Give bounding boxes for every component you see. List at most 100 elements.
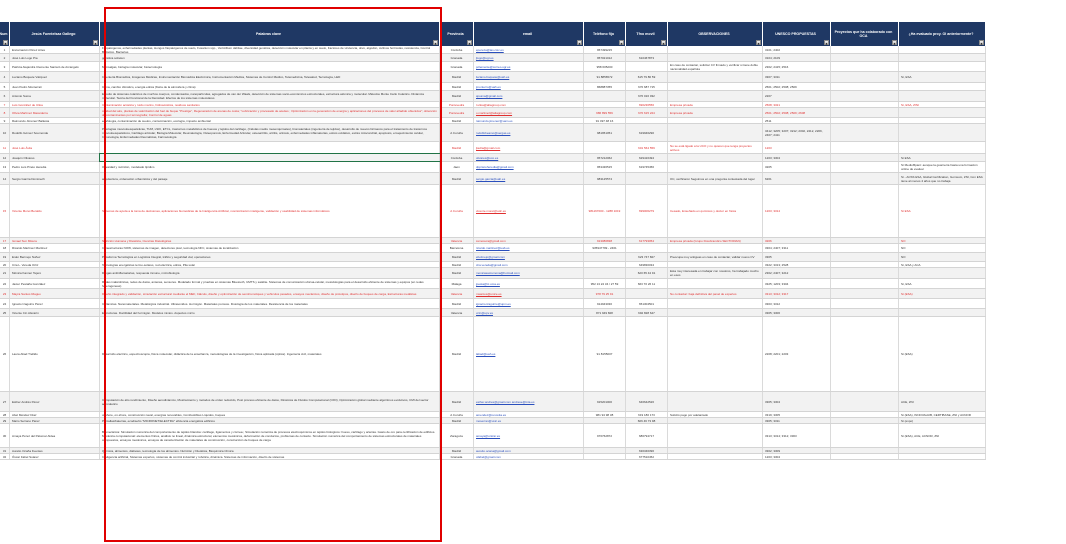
cell-evaluado[interactable]: Sí (ESA) xyxy=(899,289,986,298)
cell-num[interactable]: 26 xyxy=(0,317,10,391)
cell-movil[interactable]: 670 615 224 xyxy=(626,108,668,117)
cell-proyectos[interactable] xyxy=(831,418,899,423)
cell-provincia[interactable]: Granada xyxy=(440,54,474,61)
cell-obs[interactable]: Solicitó pago por adelantado xyxy=(668,412,763,417)
column-header-proyectos[interactable]: Proyectos que ha colaborado con OCA ▾ xyxy=(831,22,899,46)
cell-obs[interactable]: Cesado, Enseñado en químicos y doctor en… xyxy=(668,185,763,237)
cell-tel[interactable]: 914943030 xyxy=(584,299,626,308)
cell-keywords[interactable]: Estudio de sistemas cuánticos de muchos … xyxy=(100,91,440,101)
cell-unesco[interactable]: 3302; 3309 xyxy=(763,448,831,453)
cell-keywords[interactable]: Estructuras. Ductilidad del hormigón. Mo… xyxy=(100,309,440,316)
cell-evaluado[interactable] xyxy=(899,124,986,141)
cell-movil[interactable]: 619745456 xyxy=(626,162,668,172)
cell-num[interactable]: 17 xyxy=(0,238,10,243)
cell-unesco[interactable]: 3325; 1203; 3304 xyxy=(763,279,831,288)
cell-num[interactable]: 20 xyxy=(0,262,10,267)
cell-provincia[interactable]: Madrid xyxy=(440,268,474,278)
cell-name[interactable]: Pedro Luis Prieto Heredia xyxy=(10,162,100,172)
cell-num[interactable]: 11 xyxy=(0,142,10,153)
cell-email[interactable]: luciano.boquete@uah.es xyxy=(474,72,584,82)
cell-num[interactable]: 30 xyxy=(0,424,10,447)
cell-unesco[interactable]: 1203; 3314 xyxy=(763,185,831,237)
cell-evaluado[interactable] xyxy=(899,448,986,453)
cell-obs[interactable] xyxy=(668,448,763,453)
cell-tel[interactable]: 981 94 98 38 xyxy=(584,412,626,417)
cell-name[interactable]: Encarnación Pérez Artes xyxy=(10,46,100,53)
column-header-unesco[interactable]: UNESCO PROPUESTAS ▾ xyxy=(763,22,831,46)
cell-email[interactable]: vicente.moret@udc.es xyxy=(474,185,584,237)
cell-tel[interactable]: 935947799 - 2461 xyxy=(584,244,626,252)
cell-email[interactable]: ricardo.martinez@uab.es xyxy=(474,244,584,252)
cell-tel[interactable] xyxy=(584,448,626,453)
cell-email[interactable]: olivares@uco.es xyxy=(474,154,584,161)
cell-unesco[interactable]: 2508; 3321 xyxy=(763,102,831,107)
cell-name[interactable]: Ismael Sun Misura xyxy=(10,238,100,243)
cell-proyectos[interactable] xyxy=(831,154,899,161)
filter-dropdown-icon[interactable]: ▾ xyxy=(892,40,897,46)
cell-evaluado[interactable]: Sí ESA xyxy=(899,185,986,237)
cell-num[interactable]: 4 xyxy=(0,72,10,82)
cell-name[interactable]: Juan Pedro Monterrati xyxy=(10,83,100,90)
cell-tel[interactable]: 91 8856572 xyxy=(584,72,626,82)
cell-name[interactable]: Luis González de Ulloa xyxy=(10,102,100,107)
cell-num[interactable]: 2 xyxy=(0,54,10,61)
cell-email[interactable]: pclemente@correo.ugr.es xyxy=(474,62,584,71)
cell-tel[interactable]: 978 79 25 91 xyxy=(584,289,626,298)
cell-movil[interactable]: 663 70 26 11 xyxy=(626,279,668,288)
cell-movil[interactable]: 601 564 559 xyxy=(626,142,668,153)
cell-email[interactable]: sergio.garcia@uah.es xyxy=(474,173,584,184)
cell-email[interactable]: ofabel@gmail.com xyxy=(474,454,584,459)
cell-unesco[interactable]: 3205 xyxy=(763,162,831,172)
cell-name[interactable]: Antonio Suma xyxy=(10,91,100,101)
cell-evaluado[interactable]: Sí (ESA), ACE, ACNOR, ZNI xyxy=(899,424,986,447)
cell-name[interactable]: Cira L. Vereda Ortiz xyxy=(10,262,100,267)
cell-unesco[interactable]: 3313; 3314; 3312; 3303 xyxy=(763,424,831,447)
cell-movil[interactable]: 677510452 xyxy=(626,454,668,459)
cell-email[interactable]: labad@uah.es xyxy=(474,317,584,391)
cell-name[interactable]: Abel Méndez Díaz xyxy=(10,412,100,417)
cell-email[interactable]: jmonterro@uah.es xyxy=(474,83,584,90)
cell-name[interactable]: Luciano Boquete Vázquez xyxy=(10,72,100,82)
cell-movil[interactable]: 630346396 xyxy=(626,448,668,453)
cell-unesco[interactable]: 2511 xyxy=(763,118,831,123)
cell-name[interactable]: Laura Abad Trellido xyxy=(10,317,100,391)
cell-keywords[interactable]: Fitopatógenos, enfermedades plantas, Hon… xyxy=(100,46,440,53)
cell-email[interactable]: moserran@uvic.es xyxy=(474,418,584,423)
cell-provincia[interactable]: Madrid xyxy=(440,118,474,123)
cell-obs[interactable]: Empresa privada xyxy=(668,108,763,117)
cell-unesco[interactable]: 6201 xyxy=(763,173,831,184)
cell-num[interactable]: 28 xyxy=(0,412,10,417)
cell-evaluado[interactable]: Sí, ESA y ACA xyxy=(899,262,986,267)
cell-evaluado[interactable] xyxy=(899,118,986,123)
cell-num[interactable]: 24 xyxy=(0,299,10,308)
cell-unesco[interactable]: 3307; 3311 xyxy=(763,72,831,82)
cell-name[interactable]: José Luis Ávila xyxy=(10,142,100,153)
cell-name[interactable]: Óscar Fabel Suárez xyxy=(10,454,100,459)
filter-dropdown-icon[interactable]: ▾ xyxy=(467,40,472,46)
cell-provincia[interactable]: Madrid xyxy=(440,142,474,153)
column-header-obs[interactable]: OBSERVACIONES ▾ xyxy=(668,22,763,46)
cell-proyectos[interactable] xyxy=(831,238,899,243)
cell-email[interactable]: dpprietoheredia@gmail.com xyxy=(474,162,584,172)
cell-keywords[interactable]: Desarrollo eléctrico, espectroscopía, fí… xyxy=(100,317,440,391)
cell-movil[interactable]: 619946290 xyxy=(626,124,668,141)
cell-num[interactable]: 23 xyxy=(0,289,10,298)
cell-unesco[interactable]: 3305; 3304 xyxy=(763,392,831,411)
cell-provincia[interactable]: Jaén xyxy=(440,162,474,172)
cell-tel[interactable]: 913086838 xyxy=(584,238,626,243)
cell-obs[interactable] xyxy=(668,54,763,61)
cell-email[interactable]: ignacio.izaguirre@upm.es xyxy=(474,299,584,308)
cell-email[interactable]: vcin@upv.es xyxy=(474,309,584,316)
cell-num[interactable]: 19 xyxy=(0,253,10,261)
cell-num[interactable]: 29 xyxy=(0,418,10,423)
cell-unesco[interactable]: 3101; 2402 xyxy=(763,46,831,53)
cell-keywords[interactable]: Diseño integrado y validación, simulació… xyxy=(100,289,440,298)
cell-movil[interactable]: 619 180 173 xyxy=(626,412,668,417)
cell-keywords[interactable]: Redes inalámbricas, redes de datos, ante… xyxy=(100,279,440,288)
cell-num[interactable]: 12 xyxy=(0,154,10,161)
cell-evaluado[interactable]: Sí (ESA), INNOVAHUB, CERTIBASE, ZNI y AC… xyxy=(899,412,986,417)
cell-name[interactable]: Enán Bermejo Nuñez xyxy=(10,253,100,261)
cell-obs[interactable] xyxy=(668,72,763,82)
cell-proyectos[interactable] xyxy=(831,262,899,267)
cell-keywords[interactable]: Obesidad y nutrición, modelado lipídico xyxy=(100,162,440,172)
